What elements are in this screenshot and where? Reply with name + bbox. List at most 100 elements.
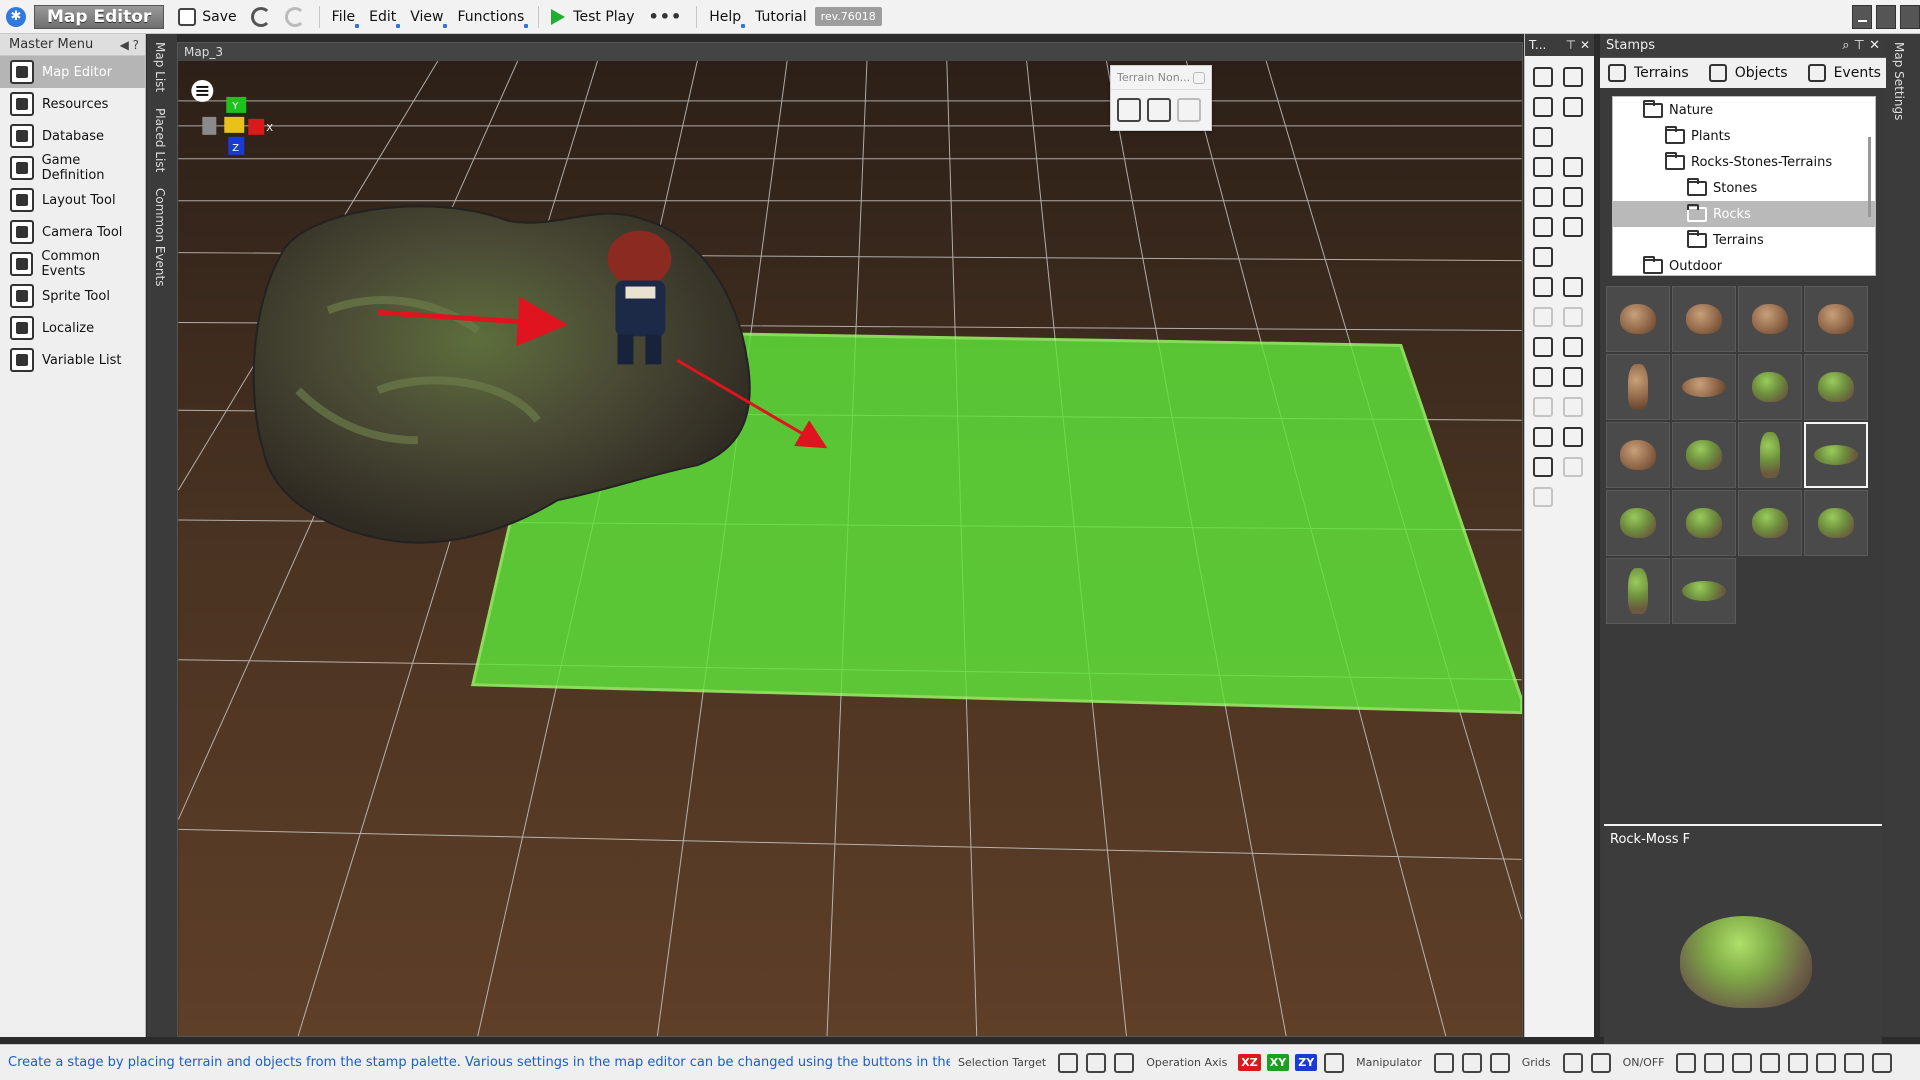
- minimize-button[interactable]: [1852, 5, 1872, 29]
- box-icon[interactable]: [1559, 362, 1587, 392]
- tab-events[interactable]: Events: [1804, 60, 1885, 86]
- fill-bucket-icon[interactable]: [1559, 152, 1587, 182]
- pin-close-icon[interactable]: ⊤ ✕: [1566, 38, 1590, 52]
- manipulator-icon[interactable]: [1324, 1052, 1345, 1073]
- grid-lines-icon[interactable]: [1590, 1052, 1611, 1073]
- view-menu-button[interactable]: [191, 79, 214, 102]
- menu-functions[interactable]: Functions: [451, 4, 530, 30]
- stamp-thumbnail[interactable]: [1672, 558, 1736, 624]
- eraser-icon[interactable]: [1529, 182, 1557, 212]
- collapse-icon[interactable]: ◀ ?: [120, 38, 139, 52]
- stamp-thumbnail[interactable]: [1606, 286, 1670, 352]
- menu-file[interactable]: File: [326, 4, 361, 30]
- terrain-delete-icon[interactable]: [1177, 98, 1201, 122]
- test-play-button[interactable]: Test Play: [545, 4, 640, 30]
- tutorial-button[interactable]: Tutorial: [749, 4, 812, 30]
- character-icon[interactable]: [1529, 422, 1557, 452]
- selection-event-icon[interactable]: [1114, 1052, 1135, 1073]
- stamp-thumbnail[interactable]: [1738, 354, 1802, 420]
- stamps-search-pin-close-icon[interactable]: ⌕ ⊤ ✕: [1842, 38, 1880, 53]
- toggle-effect-icon[interactable]: [1760, 1052, 1781, 1073]
- lower-icon[interactable]: [1559, 272, 1587, 302]
- toggle-camera-icon[interactable]: [1844, 1052, 1865, 1073]
- copy-icon[interactable]: [1529, 392, 1557, 422]
- rotate-icon[interactable]: [1559, 302, 1587, 332]
- slope-icon[interactable]: [1529, 332, 1557, 362]
- toggle-object-icon[interactable]: [1704, 1052, 1725, 1073]
- save-button[interactable]: Save: [172, 4, 242, 30]
- menu-item-variable-list[interactable]: Variable List: [0, 344, 145, 376]
- menu-help[interactable]: Help: [703, 4, 747, 30]
- scale-tool-icon[interactable]: [1489, 1052, 1510, 1073]
- tree-scrollbar[interactable]: [1868, 137, 1871, 217]
- stamp-thumbnail[interactable]: [1804, 422, 1868, 488]
- close-window-button[interactable]: [1900, 5, 1920, 29]
- smudge-icon[interactable]: [1559, 212, 1587, 242]
- clipboard-icon[interactable]: [1559, 452, 1587, 482]
- stamp-thumbnail[interactable]: [1672, 490, 1736, 556]
- axis-xy-button[interactable]: XY: [1266, 1054, 1290, 1071]
- redo-button[interactable]: [279, 4, 311, 30]
- raise-icon[interactable]: [1529, 272, 1557, 302]
- menu-item-camera-tool[interactable]: Camera Tool: [0, 216, 145, 248]
- pencil-icon[interactable]: [1529, 152, 1557, 182]
- undo-button[interactable]: [245, 4, 277, 30]
- map-viewport[interactable]: Map_3 Y X Z Terrain Non...: [177, 42, 1523, 1037]
- toggle-light-icon[interactable]: [1732, 1052, 1753, 1073]
- object-tool-icon[interactable]: [1529, 122, 1557, 152]
- tab-map-settings[interactable]: Map Settings: [1886, 34, 1912, 128]
- tree-node[interactable]: Nature: [1613, 97, 1875, 123]
- stamp-thumbnail[interactable]: [1606, 558, 1670, 624]
- maximize-button[interactable]: [1876, 5, 1896, 29]
- menu-view[interactable]: View: [404, 4, 449, 30]
- stamp-thumbnail[interactable]: [1804, 286, 1868, 352]
- menu-item-localize[interactable]: Localize: [0, 312, 145, 344]
- tab-map-list[interactable]: Map List: [147, 34, 173, 100]
- house-icon[interactable]: [1529, 242, 1557, 272]
- toggle-layer-icon[interactable]: [1872, 1052, 1893, 1073]
- stamp-thumbnail[interactable]: [1606, 490, 1670, 556]
- stamp-thumbnail[interactable]: [1738, 490, 1802, 556]
- trash-icon[interactable]: [1529, 482, 1557, 512]
- stamp-thumbnail[interactable]: [1606, 354, 1670, 420]
- menu-item-resources[interactable]: Resources: [0, 88, 145, 120]
- selection-object-icon[interactable]: [1086, 1052, 1107, 1073]
- menu-item-sprite-tool[interactable]: Sprite Tool: [0, 280, 145, 312]
- terrain-add-icon[interactable]: [1117, 98, 1141, 122]
- flip-horizontal-icon[interactable]: [1529, 302, 1557, 332]
- terrain-raise-icon[interactable]: [1147, 98, 1171, 122]
- brush-icon[interactable]: [1529, 212, 1557, 242]
- menu-item-map-editor[interactable]: Map Editor: [0, 56, 145, 88]
- tab-objects[interactable]: Objects: [1705, 60, 1792, 86]
- move-tool-icon[interactable]: [1433, 1052, 1454, 1073]
- layer-icon[interactable]: [1559, 332, 1587, 362]
- stamp-thumbnail[interactable]: [1672, 422, 1736, 488]
- axis-zy-button[interactable]: ZY: [1295, 1054, 1318, 1071]
- paste-icon[interactable]: [1559, 392, 1587, 422]
- more-options-button[interactable]: •••: [643, 4, 689, 30]
- grid-toggle-icon[interactable]: [1562, 1052, 1583, 1073]
- selection-grid-icon[interactable]: [1058, 1052, 1079, 1073]
- stamp-thumbnail[interactable]: [1804, 354, 1868, 420]
- stamp-thumbnail[interactable]: [1804, 490, 1868, 556]
- tree-node[interactable]: Stones: [1613, 175, 1875, 201]
- stamp-thumbnail[interactable]: [1672, 354, 1736, 420]
- stamp-thumbnail[interactable]: [1738, 286, 1802, 352]
- triangle-icon[interactable]: [1529, 362, 1557, 392]
- axis-xz-button[interactable]: XZ: [1238, 1054, 1261, 1071]
- stamp-thumbnail[interactable]: [1738, 422, 1802, 488]
- rotate-tool-icon[interactable]: [1461, 1052, 1482, 1073]
- grid-select-icon[interactable]: [1559, 92, 1587, 122]
- stamp-thumbnail[interactable]: [1606, 422, 1670, 488]
- eyedropper-icon[interactable]: [1559, 182, 1587, 212]
- tree-node[interactable]: Rocks: [1613, 201, 1875, 227]
- menu-item-game-definition[interactable]: Game Definition: [0, 152, 145, 184]
- tab-terrains[interactable]: Terrains: [1604, 60, 1693, 86]
- select-pointer-icon[interactable]: [1559, 62, 1587, 92]
- stamp-thumbnail[interactable]: [1672, 286, 1736, 352]
- duplicate-icon[interactable]: [1529, 452, 1557, 482]
- tab-placed-list[interactable]: Placed List: [147, 100, 173, 180]
- tree-node[interactable]: Terrains: [1613, 227, 1875, 253]
- popup-close-icon[interactable]: [1193, 71, 1205, 84]
- toggle-sound-icon[interactable]: [1788, 1052, 1809, 1073]
